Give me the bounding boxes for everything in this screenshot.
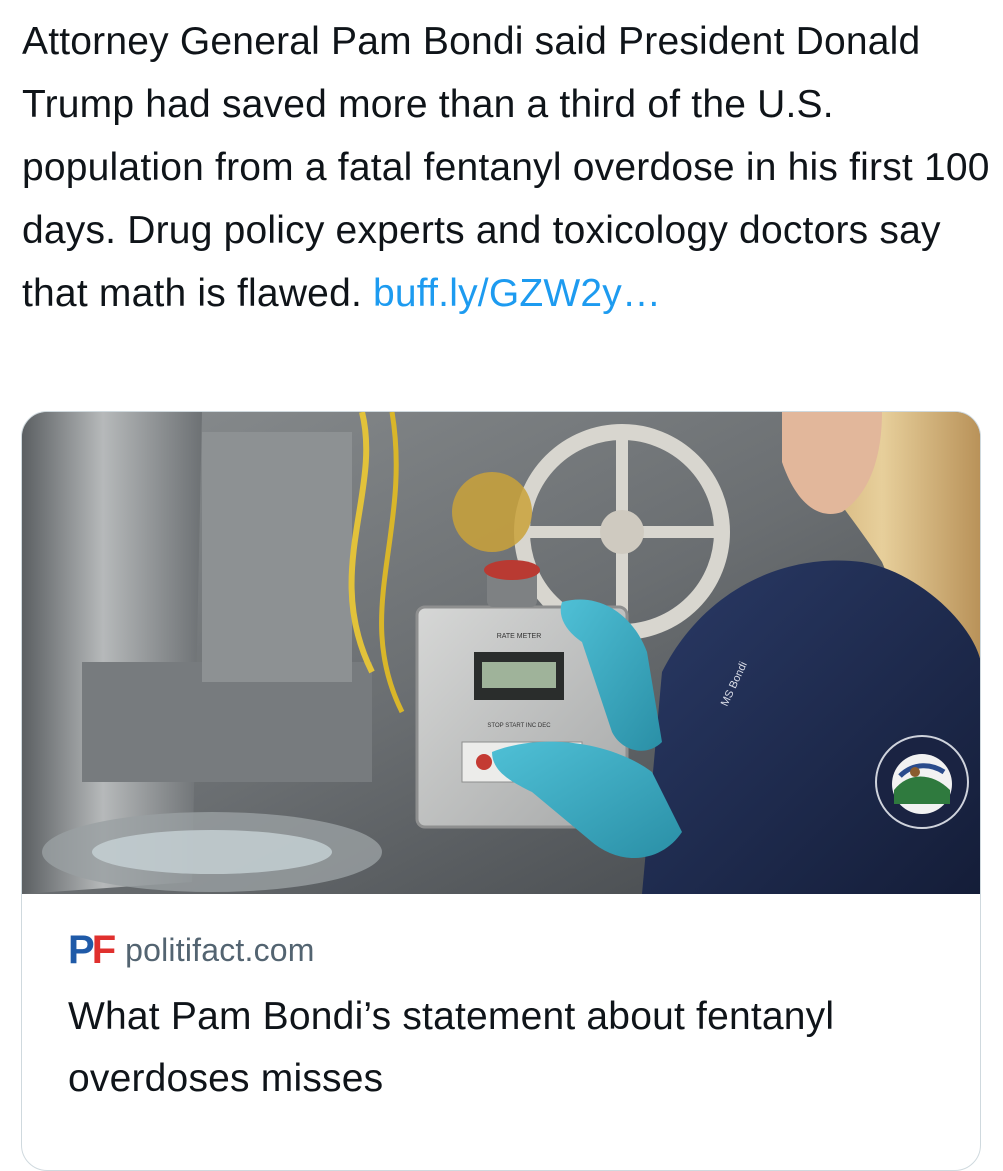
- post-link[interactable]: buff.ly/GZW2y…: [373, 272, 661, 315]
- post-text: Attorney General Pam Bondi said Presiden…: [22, 10, 992, 325]
- card-title[interactable]: What Pam Bondi’s statement about fentany…: [68, 986, 948, 1110]
- card-domain: politifact.com: [125, 931, 315, 968]
- card-image[interactable]: RATE METER STOP START INC DEC MS Bondi: [22, 412, 981, 894]
- dea-emblem: [875, 735, 969, 829]
- card-domain-row: PF politifact.com: [68, 928, 315, 972]
- rate-meter-label: RATE METER: [497, 633, 542, 640]
- machine-buttons-label: STOP START INC DEC: [487, 723, 551, 729]
- politifact-logo-icon: PF: [68, 928, 116, 972]
- link-preview-card[interactable]: RATE METER STOP START INC DEC MS Bondi P…: [21, 411, 981, 1171]
- post-body: Attorney General Pam Bondi said Presiden…: [22, 20, 990, 315]
